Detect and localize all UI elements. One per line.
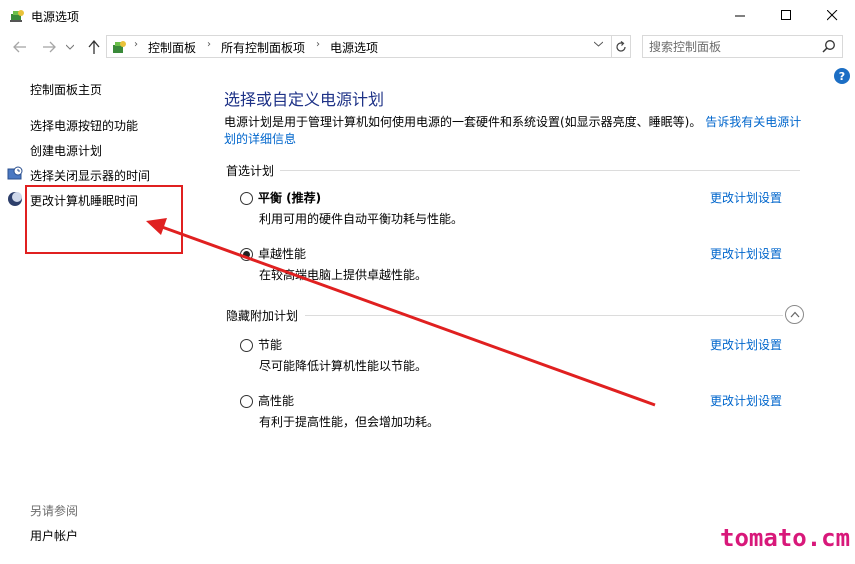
chevron-down-icon [593,41,604,47]
help-button[interactable]: ? [834,68,850,84]
sidebar-item-display-off[interactable]: 选择关闭显示器的时间 [30,167,150,184]
breadcrumb-control-panel[interactable]: 控制面板 [148,39,196,56]
breadcrumb-separator: › [316,39,320,50]
power-options-icon [10,10,24,22]
breadcrumb-separator: › [207,39,211,50]
search-input[interactable] [649,39,819,55]
change-plan-settings-power-saver[interactable]: 更改计划设置 [710,336,782,353]
plan-desc-power-saver: 尽可能降低计算机性能以节能。 [259,359,428,373]
close-button[interactable] [809,0,855,30]
recent-locations-button[interactable] [64,39,76,55]
back-button[interactable] [11,39,29,55]
annotation-arrow [146,218,656,407]
hidden-plans-header: 隐藏附加计划 [226,309,299,323]
maximize-icon [780,9,791,20]
radio-balanced[interactable] [240,192,253,205]
window-title: 电源选项 [31,10,80,24]
change-plan-settings-balanced[interactable]: 更改计划设置 [710,189,782,206]
arrow-left-icon [13,41,26,53]
sidebar-home-link[interactable]: 控制面板主页 [30,81,102,98]
description-text: 电源计划是用于管理计算机如何使用电源的一套硬件和系统设置(如显示器亮度、睡眠等)… [224,115,702,129]
forward-button[interactable] [40,39,58,55]
plan-desc-ultimate-performance: 在较高端电脑上提供卓越性能。 [259,268,428,282]
sidebar-item-user-accounts[interactable]: 用户帐户 [30,527,78,544]
up-button[interactable] [85,39,103,55]
plan-name-ultimate-performance[interactable]: 卓越性能 [258,245,306,262]
refresh-button[interactable] [611,35,631,58]
preferred-plans-header: 首选计划 [226,164,275,178]
change-plan-settings-high-performance[interactable]: 更改计划设置 [710,392,782,409]
arrow-up-icon [88,40,100,54]
moon-sleep-icon [8,192,22,206]
arrow-right-icon [43,41,56,53]
chevron-down-icon [66,44,74,50]
search-icon[interactable] [821,39,837,55]
plan-name-balanced[interactable]: 平衡 (推荐) [258,189,321,206]
title-bar: 电源选项 [0,0,855,32]
navigation-bar: › 控制面板 › 所有控制面板项 › 电源选项 [0,32,855,62]
radio-high-performance[interactable] [240,395,253,408]
minimize-icon [734,15,745,16]
breadcrumb-power-options[interactable]: 电源选项 [330,39,378,56]
refresh-icon [615,40,626,52]
breadcrumb-all-items[interactable]: 所有控制面板项 [221,39,305,56]
radio-ultimate-performance[interactable] [240,248,253,261]
plan-name-power-saver[interactable]: 节能 [258,336,282,353]
change-plan-settings-ultimate[interactable]: 更改计划设置 [710,245,782,262]
watermark: tomato.cm [720,524,851,552]
plan-desc-balanced: 利用可用的硬件自动平衡功耗与性能。 [259,212,464,226]
preferred-divider [280,170,800,171]
annotation-highlight-box [25,185,183,254]
display-clock-icon [7,166,23,180]
plan-desc-high-performance: 有利于提高性能，但会增加功耗。 [259,415,440,429]
minimize-button[interactable] [717,0,763,30]
address-bar[interactable]: › 控制面板 › 所有控制面板项 › 电源选项 [106,35,612,58]
maximize-button[interactable] [763,0,809,30]
control-panel-icon [113,41,126,53]
plan-name-high-performance[interactable]: 高性能 [258,392,294,409]
close-icon [826,9,837,20]
breadcrumb-separator: › [134,39,138,50]
page-description: 电源计划是用于管理计算机如何使用电源的一套硬件和系统设置(如显示器亮度、睡眠等)… [224,114,804,148]
chevron-up-icon [790,311,799,318]
search-box[interactable] [642,35,843,58]
collapse-hidden-plans-button[interactable] [785,305,804,324]
hidden-divider [305,315,783,316]
address-history-button[interactable] [593,39,604,50]
sidebar-item-power-buttons[interactable]: 选择电源按钮的功能 [30,117,138,134]
sidebar-item-create-plan[interactable]: 创建电源计划 [30,142,102,159]
page-title: 选择或自定义电源计划 [224,90,385,109]
see-also-header: 另请参阅 [30,504,79,518]
radio-power-saver[interactable] [240,339,253,352]
